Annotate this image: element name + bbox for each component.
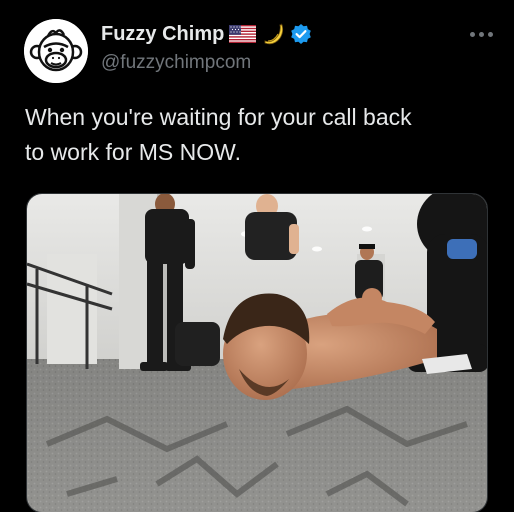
tweet-text: When you're waiting for your call back t… — [25, 100, 495, 170]
card-bottom-border — [0, 512, 514, 516]
author-handle[interactable]: @fuzzychimpcom — [101, 52, 251, 74]
avatar[interactable] — [24, 19, 88, 83]
more-dot — [479, 31, 484, 37]
tweet-text-line: to work for MS NOW. — [25, 139, 241, 165]
more-dot — [488, 31, 493, 37]
photo-scene — [27, 194, 487, 512]
us-flag-icon — [229, 25, 257, 43]
tweet-card: Fuzzy Chimp @fuzzychimpcom When you're w… — [0, 0, 514, 516]
banana-icon — [261, 22, 285, 46]
author-name-row: Fuzzy Chimp — [101, 21, 312, 47]
verified-badge-icon[interactable] — [290, 23, 312, 45]
chimp-logo-icon — [24, 19, 88, 83]
more-options-icon[interactable] — [470, 30, 496, 38]
tweet-text-line: When you're waiting for your call back — [25, 104, 412, 130]
tweet-photo[interactable] — [26, 193, 488, 513]
author-name[interactable]: Fuzzy Chimp — [101, 23, 224, 46]
more-dot — [470, 31, 475, 37]
